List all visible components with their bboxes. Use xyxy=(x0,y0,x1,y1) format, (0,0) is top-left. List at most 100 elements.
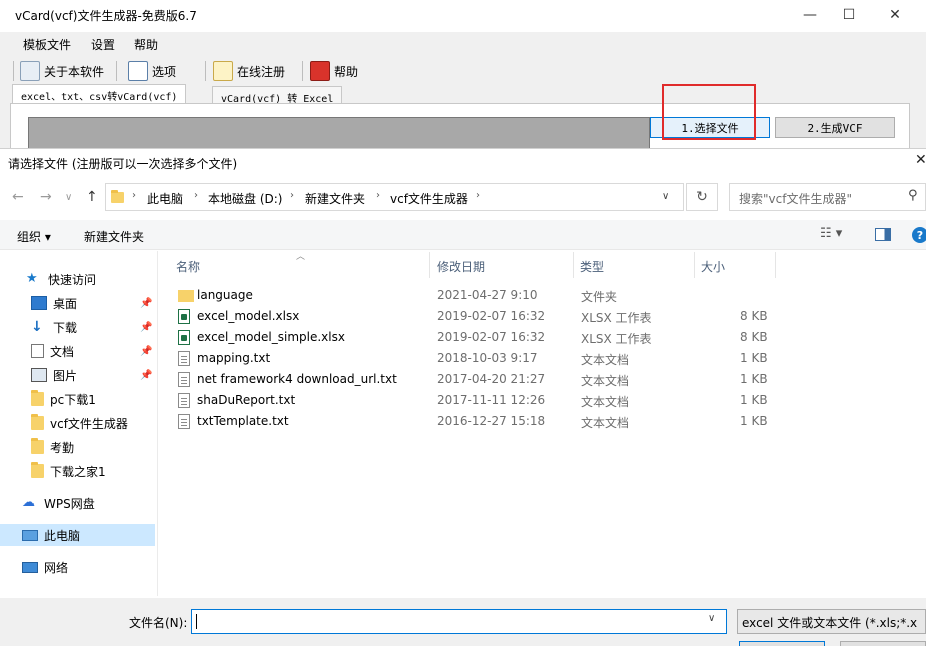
generate-vcf-button[interactable]: 2.生成VCF xyxy=(775,117,895,138)
options-button[interactable]: 选项 xyxy=(128,59,176,83)
toolbar-help-button[interactable]: 帮助 xyxy=(310,59,358,83)
toolbar-separator xyxy=(116,61,117,81)
file-row[interactable]: excel_model_simple.xlsx 2019-02-07 16:32… xyxy=(170,327,776,348)
text-caret xyxy=(196,614,197,629)
file-row[interactable]: mapping.txt 2018-10-03 9:17 文本文档 1 KB xyxy=(170,348,776,369)
nav-folder-download-home[interactable]: 下载之家1 xyxy=(0,460,155,482)
cloud-icon: ☁ xyxy=(22,495,35,510)
file-row[interactable]: shaDuReport.txt 2017-11-11 12:26 文本文档 1 … xyxy=(170,390,776,411)
toolbar-separator xyxy=(302,61,303,81)
pin-icon: 📌 xyxy=(140,345,153,357)
nav-label: 文档 xyxy=(50,344,75,359)
file-row[interactable]: excel_model.xlsx 2019-02-07 16:32 XLSX 工… xyxy=(170,306,776,327)
up-arrow-icon[interactable]: ↑ xyxy=(86,189,98,205)
preview-pane-icon[interactable] xyxy=(875,228,891,241)
file-type: 文本文档 xyxy=(581,416,630,430)
nav-downloads[interactable]: ↓ 下载 📌 xyxy=(0,316,155,338)
breadcrumb-new-folder[interactable]: 新建文件夹 xyxy=(305,190,365,207)
nav-folder-attendance[interactable]: 考勤 xyxy=(0,436,155,458)
text-file-icon xyxy=(178,372,190,387)
folder-icon xyxy=(31,462,44,478)
breadcrumb-drive-d[interactable]: 本地磁盘 (D:) xyxy=(208,190,282,207)
file-row[interactable]: net framework4 download_url.txt 2017-04-… xyxy=(170,369,776,390)
nav-quick-access[interactable]: ★ 快速访问 xyxy=(0,268,155,290)
nav-desktop[interactable]: 桌面 📌 xyxy=(0,292,155,314)
breadcrumb-separator: › xyxy=(376,190,380,201)
column-divider[interactable] xyxy=(775,252,776,278)
file-size: 1 KB xyxy=(740,393,768,407)
toolbar-separator xyxy=(205,61,206,81)
breadcrumb-separator: › xyxy=(194,190,198,201)
breadcrumb-this-pc[interactable]: 此电脑 xyxy=(147,190,183,207)
close-button[interactable]: ✕ xyxy=(872,0,918,30)
about-button[interactable]: 关于本软件 xyxy=(20,59,104,83)
recent-locations-icon[interactable]: ∨ xyxy=(65,192,72,203)
file-date: 2017-04-20 21:27 xyxy=(437,372,546,386)
column-divider[interactable] xyxy=(573,252,574,278)
column-header-name[interactable]: 名称 xyxy=(176,258,200,275)
dialog-close-button[interactable]: ✕ xyxy=(915,152,926,168)
address-dropdown-icon[interactable]: ∨ xyxy=(662,191,669,202)
pin-icon: 📌 xyxy=(140,297,153,309)
nav-folder-pc-download[interactable]: pc下载1 xyxy=(0,388,155,410)
column-divider[interactable] xyxy=(429,252,430,278)
back-arrow-icon[interactable]: ← xyxy=(12,189,24,205)
register-button[interactable]: 在线注册 xyxy=(213,59,285,83)
menu-help[interactable]: 帮助 xyxy=(134,36,158,53)
maximize-button[interactable]: ☐ xyxy=(826,0,872,30)
file-type: 文本文档 xyxy=(581,395,630,409)
nav-documents[interactable]: 文档 📌 xyxy=(0,340,155,362)
file-row[interactable]: language 2021-04-27 9:10 文件夹 xyxy=(170,285,776,306)
nav-pictures[interactable]: 图片 📌 xyxy=(0,364,155,386)
forward-arrow-icon[interactable]: → xyxy=(40,189,52,205)
cancel-button[interactable] xyxy=(840,641,926,646)
help-book-icon xyxy=(310,61,330,81)
file-type: 文本文档 xyxy=(581,374,630,388)
file-name: net framework4 download_url.txt xyxy=(197,372,397,386)
computer-icon xyxy=(22,529,38,541)
nav-folder-vcf-generator[interactable]: vcf文件生成器 xyxy=(0,412,155,434)
file-date: 2016-12-27 15:18 xyxy=(437,414,546,428)
nav-wps-cloud[interactable]: ☁ WPS网盘 xyxy=(0,492,155,514)
file-date: 2017-11-11 12:26 xyxy=(437,393,546,407)
column-divider[interactable] xyxy=(694,252,695,278)
filename-dropdown-icon[interactable]: ∨ xyxy=(708,613,715,624)
open-button[interactable] xyxy=(739,641,825,646)
help-icon[interactable]: ? xyxy=(912,227,926,243)
organize-button[interactable]: 组织 ▾ xyxy=(17,228,51,245)
options-label: 选项 xyxy=(152,64,177,79)
toolbar-help-label: 帮助 xyxy=(334,64,359,79)
nav-this-pc[interactable]: 此电脑 xyxy=(0,524,155,546)
column-header-type[interactable]: 类型 xyxy=(580,258,604,275)
column-header-date[interactable]: 修改日期 xyxy=(437,258,485,275)
menu-template-file[interactable]: 模板文件 xyxy=(23,36,71,53)
file-size: 1 KB xyxy=(740,351,768,365)
file-row[interactable]: txtTemplate.txt 2016-12-27 15:18 文本文档 1 … xyxy=(170,411,776,432)
file-type: XLSX 工作表 xyxy=(581,311,652,325)
new-folder-button[interactable]: 新建文件夹 xyxy=(84,228,144,245)
pin-icon: 📌 xyxy=(140,321,153,333)
file-name: language xyxy=(197,288,253,302)
file-size: 1 KB xyxy=(740,414,768,428)
app-title: vCard(vcf)文件生成器-免费版6.7 xyxy=(15,9,197,23)
refresh-button[interactable]: ↻ xyxy=(686,183,718,211)
column-header-size[interactable]: 大小 xyxy=(701,258,725,275)
file-date: 2021-04-27 9:10 xyxy=(437,288,538,302)
file-size: 1 KB xyxy=(740,372,768,386)
desktop-icon xyxy=(31,296,47,310)
annotation-highlight-box xyxy=(662,84,756,140)
file-name: txtTemplate.txt xyxy=(197,414,289,428)
folder-icon xyxy=(31,390,44,406)
file-name: excel_model.xlsx xyxy=(197,309,300,323)
file-name: excel_model_simple.xlsx xyxy=(197,330,345,344)
menu-settings[interactable]: 设置 xyxy=(91,36,115,53)
search-icon[interactable]: ⚲ xyxy=(908,188,918,203)
excel-file-icon xyxy=(178,309,190,324)
tab-vcard-to-excel[interactable]: vCard(vcf) 转 Excel xyxy=(212,86,343,105)
filename-input[interactable] xyxy=(191,609,727,634)
tab-excel-to-vcard[interactable]: excel、txt、csv转vCard(vcf) xyxy=(12,84,187,104)
about-label: 关于本软件 xyxy=(44,64,105,79)
nav-network[interactable]: 网络 xyxy=(0,556,155,578)
view-options-icon[interactable]: ☷ ▾ xyxy=(820,226,842,241)
breadcrumb-vcf-generator[interactable]: vcf文件生成器 xyxy=(390,190,468,207)
